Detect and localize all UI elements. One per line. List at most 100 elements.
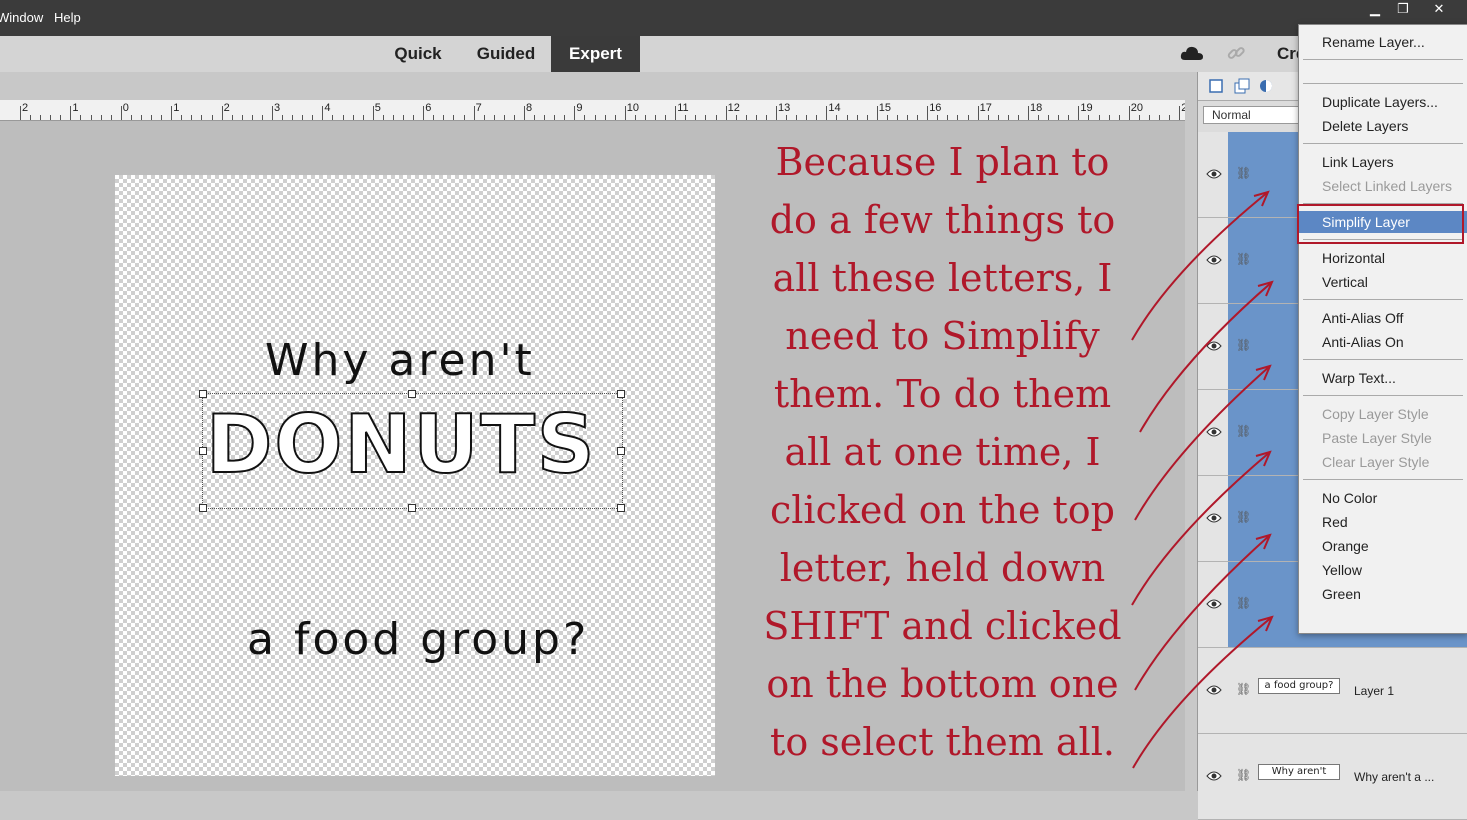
menu-help[interactable]: Help: [54, 10, 81, 25]
ruler-minor-tick: [604, 115, 606, 120]
ruler-minor-tick: [846, 115, 848, 120]
menu-item-duplicate-layers[interactable]: Duplicate Layers...: [1299, 91, 1467, 113]
transform-handle[interactable]: [199, 390, 207, 398]
ruler-minor-tick: [1048, 115, 1050, 120]
new-layer-icon[interactable]: [1208, 78, 1224, 94]
ruler-minor-tick: [1017, 115, 1019, 120]
ruler-tick: [977, 106, 979, 120]
ruler-minor-tick: [181, 115, 183, 120]
layer-row[interactable]: ⛓ Why aren't Why aren't a ...: [1198, 734, 1467, 820]
layer-link-icon[interactable]: ⛓: [1236, 510, 1251, 524]
ruler-label: 5: [374, 102, 381, 114]
transform-handle[interactable]: [199, 504, 207, 512]
menu-window[interactable]: Window: [0, 10, 43, 25]
ruler-minor-tick: [342, 115, 344, 120]
visibility-eye-icon[interactable]: [1206, 254, 1222, 266]
ruler-minor-tick: [110, 115, 112, 120]
ruler-minor-tick: [634, 115, 636, 120]
menu-item-warp-text[interactable]: Warp Text...: [1299, 367, 1467, 389]
visibility-eye-icon[interactable]: [1206, 770, 1222, 782]
transform-handle[interactable]: [408, 390, 416, 398]
layer-row[interactable]: ⛓ a food group? Layer 1: [1198, 648, 1467, 734]
annotation-line: clicked on the top: [769, 488, 1115, 532]
menu-item-link-layers[interactable]: Link Layers: [1299, 151, 1467, 173]
visibility-eye-icon[interactable]: [1206, 426, 1222, 438]
layer-name: Why aren't a ...: [1354, 770, 1435, 784]
ruler-minor-tick: [534, 115, 536, 120]
menu-item-anti-alias-on[interactable]: Anti-Alias On: [1299, 331, 1467, 353]
ruler-minor-tick: [745, 115, 747, 120]
visibility-eye-icon[interactable]: [1206, 340, 1222, 352]
cloud-icon[interactable]: [1180, 44, 1204, 62]
visibility-eye-icon[interactable]: [1206, 684, 1222, 696]
menu-item-vertical[interactable]: Vertical: [1299, 271, 1467, 293]
ruler-tick: [423, 106, 425, 120]
ruler-minor-tick: [614, 115, 616, 120]
visibility-eye-icon[interactable]: [1206, 598, 1222, 610]
menu-separator: [1303, 359, 1463, 360]
menu-item-delete-layers[interactable]: Delete Layers: [1299, 115, 1467, 137]
transform-handle[interactable]: [408, 504, 416, 512]
ruler-label: 2: [223, 102, 230, 114]
ruler-minor-tick: [433, 115, 435, 120]
ruler-tick: [1128, 106, 1130, 120]
menu-item-rename-layer[interactable]: Rename Layer...: [1299, 31, 1467, 53]
ruler-minor-tick: [644, 115, 646, 120]
ruler-minor-tick: [806, 115, 808, 120]
ruler-label: 11: [677, 102, 689, 114]
ruler-minor-tick: [503, 115, 505, 120]
link-icon[interactable]: [1226, 44, 1246, 64]
ruler-minor-tick: [685, 115, 687, 120]
simplify-highlight-box: [1297, 204, 1464, 244]
menu-item-green[interactable]: Green: [1299, 583, 1467, 605]
tab-expert[interactable]: Expert: [551, 36, 640, 72]
transform-handle[interactable]: [199, 447, 207, 455]
ruler-minor-tick: [191, 115, 193, 120]
ruler-minor-tick: [987, 115, 989, 120]
layer-link-icon[interactable]: ⛓: [1236, 768, 1251, 782]
layer-link-icon[interactable]: ⛓: [1236, 596, 1251, 610]
transform-handle[interactable]: [617, 390, 625, 398]
ruler-minor-tick: [1118, 115, 1120, 120]
ruler-minor-tick: [1098, 115, 1100, 120]
selection-bounding-box[interactable]: [199, 390, 625, 512]
menu-item-yellow[interactable]: Yellow: [1299, 559, 1467, 581]
annotation-line: to select them all.: [770, 720, 1115, 764]
group-layer-icon[interactable]: [1234, 78, 1250, 94]
menu-separator: [1303, 59, 1463, 60]
ruler-minor-tick: [282, 115, 284, 120]
ruler-tick: [120, 106, 122, 120]
menu-item-orange[interactable]: Orange: [1299, 535, 1467, 557]
ruler-label: 15: [878, 102, 892, 114]
ruler-tick: [876, 106, 878, 120]
layer-link-icon[interactable]: ⛓: [1236, 682, 1251, 696]
layer-link-icon[interactable]: ⛓: [1236, 424, 1251, 438]
ruler-minor-tick: [251, 115, 253, 120]
tab-quick[interactable]: Quick: [383, 36, 453, 72]
adjustment-layer-icon[interactable]: [1258, 78, 1274, 94]
annotation-line: SHIFT and clicked: [763, 604, 1122, 648]
close-button[interactable]: ✕: [1421, 1, 1457, 19]
layer-link-icon[interactable]: ⛓: [1236, 166, 1251, 180]
menu-item-no-color[interactable]: No Color: [1299, 487, 1467, 509]
ruler-minor-tick: [453, 115, 455, 120]
ruler-minor-tick: [312, 115, 314, 120]
visibility-eye-icon[interactable]: [1206, 512, 1222, 524]
ruler-minor-tick: [403, 115, 405, 120]
ruler-label: 0: [122, 102, 129, 114]
ruler-minor-tick: [886, 115, 888, 120]
visibility-eye-icon[interactable]: [1206, 168, 1222, 180]
ruler-tick: [372, 106, 374, 120]
blend-mode-select[interactable]: Normal: [1203, 106, 1308, 124]
layer-link-icon[interactable]: ⛓: [1236, 338, 1251, 352]
tab-guided[interactable]: Guided: [468, 36, 544, 72]
transform-handle[interactable]: [617, 447, 625, 455]
restore-button[interactable]: ❐: [1389, 1, 1417, 19]
menu-item-horizontal[interactable]: Horizontal: [1299, 247, 1467, 269]
layer-thumbnail: a food group?: [1258, 678, 1340, 694]
minimize-button[interactable]: ▁: [1361, 1, 1389, 19]
layer-link-icon[interactable]: ⛓: [1236, 252, 1251, 266]
menu-item-anti-alias-off[interactable]: Anti-Alias Off: [1299, 307, 1467, 329]
menu-item-red[interactable]: Red: [1299, 511, 1467, 533]
transform-handle[interactable]: [617, 504, 625, 512]
